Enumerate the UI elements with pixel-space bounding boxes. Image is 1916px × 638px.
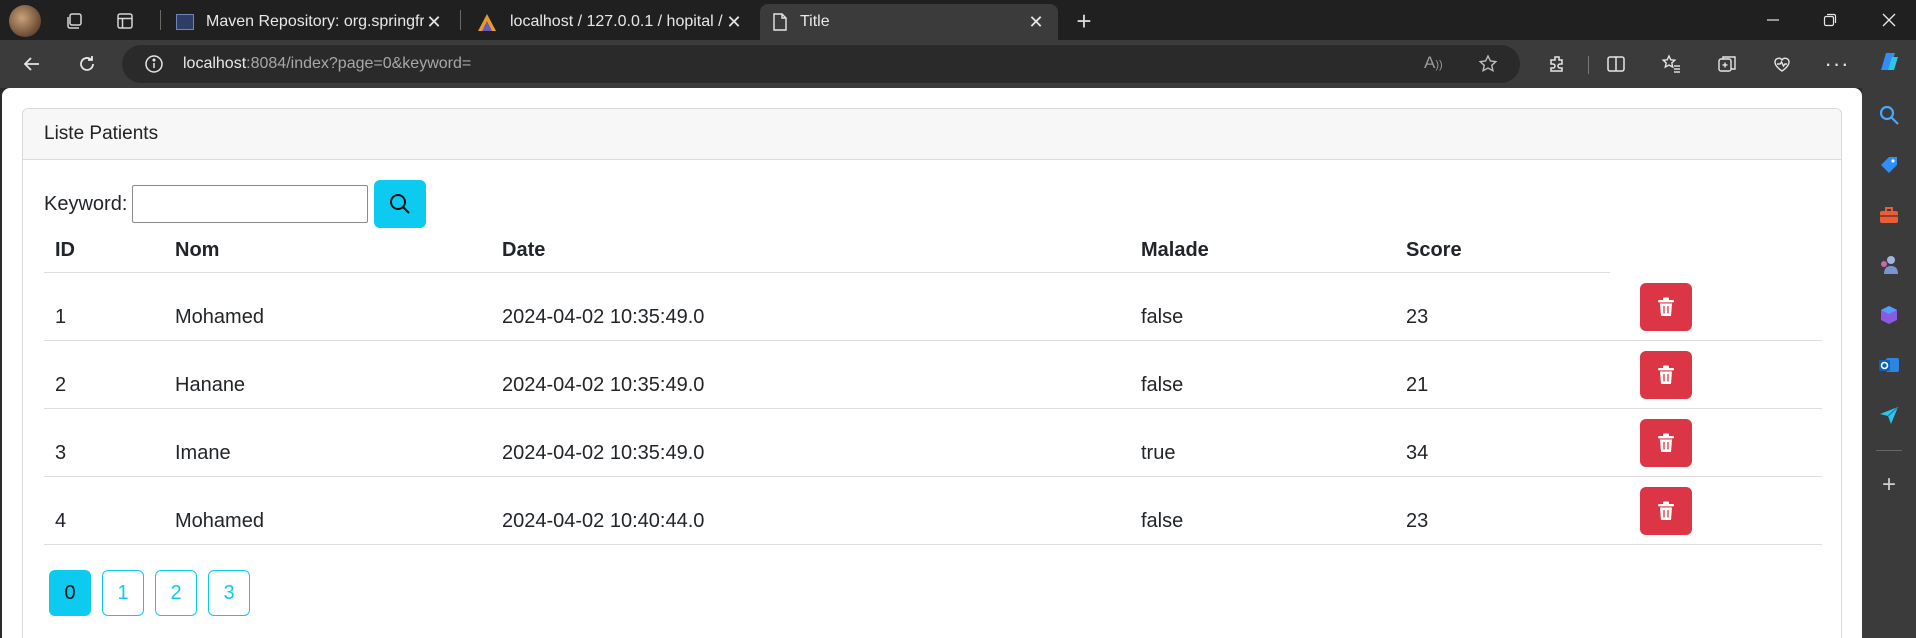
browser-essentials-icon[interactable] [1766, 48, 1798, 80]
header-nom: Nom [175, 239, 220, 261]
search-icon [390, 194, 411, 214]
add-icon[interactable]: + [1877, 471, 1901, 498]
cell-nom: Mohamed [175, 510, 264, 532]
tools-icon[interactable] [1877, 203, 1901, 227]
microsoft-365-icon[interactable] [1877, 303, 1901, 327]
url-text[interactable]: localhost:8084/index?page=0&keyword= [183, 55, 471, 73]
restore-icon[interactable] [1807, 0, 1853, 40]
browser-toolbar: localhost:8084/index?page=0&keyword= A))… [0, 40, 1916, 88]
workspaces-icon[interactable] [58, 5, 90, 37]
page-button-0[interactable]: 0 [49, 570, 91, 616]
pagination: 0 1 2 3 [49, 570, 250, 616]
copilot-icon[interactable] [1875, 48, 1903, 76]
tab-phpmyadmin[interactable]: localhost / 127.0.0.1 / hopital / patien… [464, 4, 756, 40]
shopping-tag-icon[interactable] [1877, 153, 1901, 177]
table-row: 2 Hanane 2024-04-02 10:35:49.0 false 21 [44, 341, 1822, 409]
trash-icon [1658, 501, 1674, 520]
send-icon[interactable] [1877, 403, 1901, 427]
cell-malade: true [1141, 442, 1176, 464]
tab-title: localhost / 127.0.0.1 / hopital / patien… [510, 13, 724, 30]
games-icon[interactable] [1877, 253, 1901, 277]
patients-table: ID Nom Date Malade Score 1 Mohamed 2024-… [44, 231, 1822, 545]
phpmyadmin-favicon [478, 14, 496, 31]
browser-tab-strip: Maven Repository: org.springframework ✕ … [0, 0, 1916, 40]
tab-actions-icon[interactable] [109, 5, 141, 37]
keyword-input[interactable] [132, 185, 369, 223]
search-icon[interactable] [1877, 103, 1901, 127]
profile-avatar[interactable] [9, 5, 41, 37]
page-viewport: Liste Patients Keyword: ID Nom Date Mala… [2, 88, 1862, 638]
patients-card: Liste Patients Keyword: ID Nom Date Mala… [22, 108, 1842, 638]
minimize-icon[interactable] [1750, 0, 1796, 40]
cell-score: 23 [1406, 306, 1429, 328]
cell-id: 4 [55, 510, 67, 532]
refresh-icon[interactable] [71, 48, 103, 80]
search-button[interactable] [374, 180, 427, 228]
edge-sidebar: + [1862, 88, 1916, 638]
close-icon[interactable]: ✕ [724, 12, 744, 32]
keyword-label: Keyword: [44, 192, 128, 215]
tab-title: Title [800, 13, 830, 30]
table-header: ID Nom Date Malade Score [44, 231, 1610, 273]
trash-icon [1658, 365, 1674, 384]
close-icon[interactable]: ✕ [1026, 12, 1046, 32]
address-bar[interactable]: localhost:8084/index?page=0&keyword= A)) [122, 45, 1520, 83]
search-form: Keyword: [44, 180, 427, 228]
cell-nom: Imane [175, 442, 231, 464]
back-icon[interactable] [16, 48, 48, 80]
cell-id: 3 [55, 442, 67, 464]
split-screen-icon[interactable] [1600, 48, 1632, 80]
header-date: Date [502, 239, 546, 261]
page-icon [773, 13, 787, 31]
cell-score: 34 [1406, 442, 1429, 464]
cell-score: 21 [1406, 374, 1429, 396]
header-malade: Malade [1141, 239, 1209, 261]
tab-maven[interactable]: Maven Repository: org.springframework ✕ [164, 4, 456, 40]
header-score: Score [1406, 239, 1462, 261]
site-info-icon[interactable] [144, 54, 164, 74]
page-button-1[interactable]: 1 [102, 570, 144, 616]
table-row: 3 Imane 2024-04-02 10:35:49.0 true 34 [44, 409, 1822, 477]
tab-title: Maven Repository: org.springframework [206, 13, 424, 30]
outlook-icon[interactable] [1877, 353, 1901, 377]
cell-date: 2024-04-02 10:40:44.0 [502, 510, 705, 532]
cell-date: 2024-04-02 10:35:49.0 [502, 306, 705, 328]
maven-favicon [176, 14, 194, 30]
cell-nom: Hanane [175, 374, 246, 396]
read-aloud-icon[interactable]: A)) [1424, 53, 1443, 73]
cell-nom: Mohamed [175, 306, 264, 328]
new-tab-icon[interactable]: + [1068, 5, 1100, 37]
page-button-2[interactable]: 2 [155, 570, 197, 616]
card-header: Liste Patients [23, 109, 1841, 160]
favorite-star-icon[interactable] [1478, 54, 1498, 74]
delete-button[interactable] [1640, 351, 1692, 399]
cell-malade: false [1141, 510, 1184, 532]
cell-id: 1 [55, 306, 67, 328]
tab-title-page[interactable]: Title ✕ [760, 4, 1058, 40]
more-menu-icon[interactable]: ··· [1821, 48, 1853, 80]
cell-date: 2024-04-02 10:35:49.0 [502, 442, 705, 464]
window-close-icon[interactable] [1866, 0, 1912, 40]
cell-malade: false [1141, 374, 1184, 396]
favorites-icon[interactable] [1655, 48, 1687, 80]
delete-button[interactable] [1640, 419, 1692, 467]
collections-icon[interactable] [1711, 48, 1743, 80]
trash-icon [1658, 297, 1674, 316]
delete-button[interactable] [1640, 283, 1692, 331]
cell-date: 2024-04-02 10:35:49.0 [502, 374, 705, 396]
table-row: 1 Mohamed 2024-04-02 10:35:49.0 false 23 [44, 273, 1822, 341]
table-row: 4 Mohamed 2024-04-02 10:40:44.0 false 23 [44, 477, 1822, 545]
card-title: Liste Patients [44, 123, 159, 144]
page-button-3[interactable]: 3 [208, 570, 250, 616]
trash-icon [1658, 433, 1674, 452]
cell-id: 2 [55, 374, 67, 396]
close-icon[interactable]: ✕ [424, 12, 444, 32]
cell-malade: false [1141, 306, 1184, 328]
delete-button[interactable] [1640, 487, 1692, 535]
cell-score: 23 [1406, 510, 1429, 532]
extensions-icon[interactable] [1541, 48, 1573, 80]
header-id: ID [55, 239, 75, 261]
